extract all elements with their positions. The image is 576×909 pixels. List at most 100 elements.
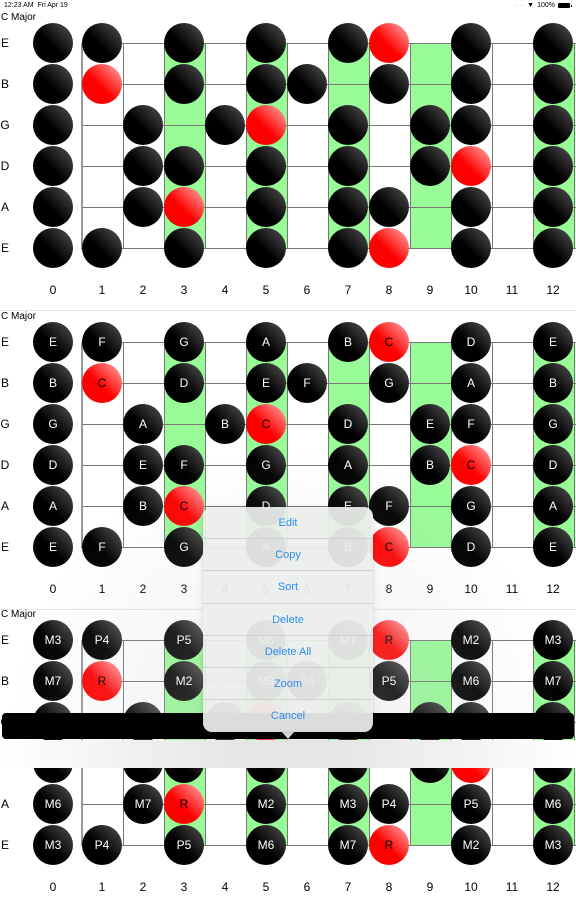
note-dot[interactable]: D: [533, 445, 573, 485]
note-dot[interactable]: [451, 23, 491, 63]
note-dot[interactable]: P4: [369, 784, 409, 824]
note-dot[interactable]: G: [164, 527, 204, 567]
note-dot[interactable]: M7: [328, 825, 368, 865]
note-dot[interactable]: [164, 64, 204, 104]
note-dot[interactable]: G: [451, 486, 491, 526]
root-note-dot[interactable]: [164, 187, 204, 227]
note-dot[interactable]: F: [82, 527, 122, 567]
note-dot[interactable]: G: [33, 404, 73, 444]
note-dot[interactable]: E: [533, 527, 573, 567]
note-dot[interactable]: [533, 187, 573, 227]
note-dot[interactable]: [123, 187, 163, 227]
note-dot[interactable]: P5: [164, 620, 204, 660]
note-dot[interactable]: M2: [164, 661, 204, 701]
menu-item-delete[interactable]: Delete: [203, 604, 373, 636]
note-dot[interactable]: [33, 146, 73, 186]
note-dot[interactable]: [246, 23, 286, 63]
note-dot[interactable]: [369, 64, 409, 104]
note-dot[interactable]: F: [451, 404, 491, 444]
note-dot[interactable]: A: [328, 445, 368, 485]
note-dot[interactable]: F: [287, 363, 327, 403]
note-dot[interactable]: A: [533, 486, 573, 526]
menu-item-copy[interactable]: Copy: [203, 539, 373, 572]
root-note-dot[interactable]: C: [164, 486, 204, 526]
note-dot[interactable]: E: [33, 527, 73, 567]
menu-item-edit[interactable]: Edit: [203, 507, 373, 540]
note-dot[interactable]: [328, 23, 368, 63]
menu-item-cancel[interactable]: Cancel: [203, 700, 373, 732]
note-dot[interactable]: [164, 228, 204, 268]
note-dot[interactable]: A: [246, 322, 286, 362]
note-dot[interactable]: B: [410, 445, 450, 485]
note-dot[interactable]: M2: [246, 784, 286, 824]
note-dot[interactable]: E: [533, 322, 573, 362]
note-dot[interactable]: [451, 64, 491, 104]
note-dot[interactable]: E: [246, 363, 286, 403]
note-dot[interactable]: G: [164, 322, 204, 362]
note-dot[interactable]: [328, 187, 368, 227]
note-dot[interactable]: [410, 105, 450, 145]
note-dot[interactable]: [33, 187, 73, 227]
note-dot[interactable]: [451, 228, 491, 268]
note-dot[interactable]: B: [533, 363, 573, 403]
note-dot[interactable]: P5: [164, 825, 204, 865]
note-dot[interactable]: [82, 228, 122, 268]
note-dot[interactable]: M3: [533, 620, 573, 660]
root-note-dot[interactable]: [369, 228, 409, 268]
note-dot[interactable]: [533, 23, 573, 63]
fretboard[interactable]: C Major E B G D A E 0 1 2 3 4 5 6 7 8 9 10 11 12: [0, 12, 576, 312]
note-dot[interactable]: [451, 187, 491, 227]
root-note-dot[interactable]: R: [369, 620, 409, 660]
note-dot[interactable]: [82, 23, 122, 63]
note-dot[interactable]: M7: [533, 661, 573, 701]
note-dot[interactable]: [451, 105, 491, 145]
note-dot[interactable]: B: [205, 404, 245, 444]
note-dot[interactable]: P5: [451, 784, 491, 824]
root-note-dot[interactable]: R: [164, 784, 204, 824]
root-note-dot[interactable]: [369, 23, 409, 63]
root-note-dot[interactable]: [246, 105, 286, 145]
note-dot[interactable]: M2: [451, 620, 491, 660]
note-dot[interactable]: M2: [451, 825, 491, 865]
note-dot[interactable]: A: [123, 404, 163, 444]
note-dot[interactable]: A: [451, 363, 491, 403]
root-note-dot[interactable]: C: [369, 322, 409, 362]
note-dot[interactable]: [33, 228, 73, 268]
root-note-dot[interactable]: C: [451, 445, 491, 485]
note-dot[interactable]: M3: [33, 825, 73, 865]
note-dot[interactable]: D: [451, 322, 491, 362]
menu-item-sort[interactable]: Sort: [203, 571, 373, 604]
root-note-dot[interactable]: [82, 64, 122, 104]
note-dot[interactable]: G: [533, 404, 573, 444]
root-note-dot[interactable]: R: [369, 825, 409, 865]
note-dot[interactable]: B: [328, 322, 368, 362]
note-dot[interactable]: E: [123, 445, 163, 485]
note-dot[interactable]: P5: [369, 661, 409, 701]
note-dot[interactable]: M6: [533, 784, 573, 824]
note-dot[interactable]: [533, 228, 573, 268]
root-note-dot[interactable]: C: [82, 363, 122, 403]
note-dot[interactable]: [410, 146, 450, 186]
note-dot[interactable]: M3: [33, 620, 73, 660]
note-dot[interactable]: M3: [328, 784, 368, 824]
note-dot[interactable]: [369, 187, 409, 227]
note-dot[interactable]: [246, 228, 286, 268]
note-dot[interactable]: B: [33, 363, 73, 403]
note-dot[interactable]: G: [369, 363, 409, 403]
note-dot[interactable]: [246, 187, 286, 227]
note-dot[interactable]: M6: [246, 825, 286, 865]
note-dot[interactable]: [328, 228, 368, 268]
root-note-dot[interactable]: [451, 146, 491, 186]
note-dot[interactable]: M3: [533, 825, 573, 865]
note-dot[interactable]: F: [82, 322, 122, 362]
note-dot[interactable]: D: [33, 445, 73, 485]
note-dot[interactable]: M6: [451, 661, 491, 701]
note-dot[interactable]: D: [328, 404, 368, 444]
note-dot[interactable]: [533, 105, 573, 145]
note-dot[interactable]: A: [33, 486, 73, 526]
note-dot[interactable]: M7: [33, 661, 73, 701]
note-dot[interactable]: [246, 64, 286, 104]
note-dot[interactable]: [164, 146, 204, 186]
note-dot[interactable]: [205, 105, 245, 145]
root-note-dot[interactable]: C: [369, 527, 409, 567]
